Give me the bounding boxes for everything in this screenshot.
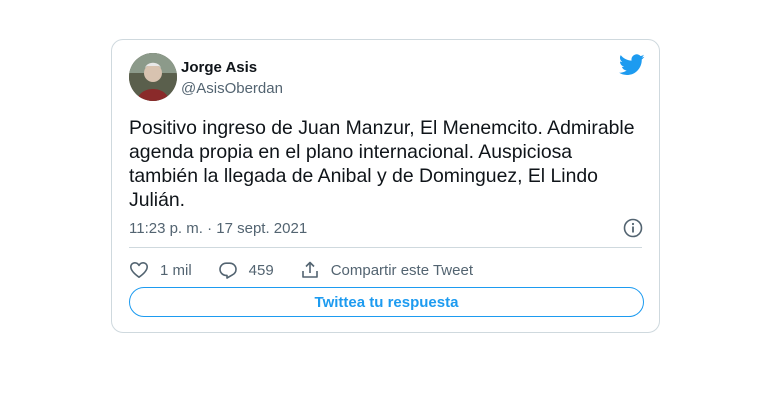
tweet-timestamp[interactable]: 11:23 p. m. · 17 sept. 2021: [129, 220, 307, 237]
author-name[interactable]: Jorge Asis: [181, 59, 257, 76]
twitter-bird-icon[interactable]: [619, 54, 645, 76]
share-icon: [301, 261, 318, 278]
like-button[interactable]: 1 mil: [129, 260, 192, 280]
divider: [129, 247, 642, 248]
share-button[interactable]: Compartir este Tweet: [300, 260, 473, 280]
heart-icon: [130, 262, 148, 278]
tweet-text: Positivo ingreso de Juan Manzur, El Mene…: [129, 117, 635, 211]
tweet-embed-card: Jorge Asis @AsisOberdan Positivo ingreso…: [111, 39, 660, 333]
info-icon[interactable]: [622, 217, 644, 239]
reply-tweet-button[interactable]: Twittea tu respuesta: [129, 287, 644, 317]
like-count: 1 mil: [160, 261, 192, 279]
reply-button[interactable]: 459: [218, 260, 274, 280]
reply-bubble-icon: [218, 262, 237, 279]
tweet-actions: 1 mil 459 Compartir este Tweet: [129, 260, 499, 280]
author-handle[interactable]: @AsisOberdan: [181, 80, 283, 97]
avatar[interactable]: [129, 53, 177, 101]
share-label: Compartir este Tweet: [330, 261, 473, 279]
reply-count: 459: [248, 261, 274, 279]
